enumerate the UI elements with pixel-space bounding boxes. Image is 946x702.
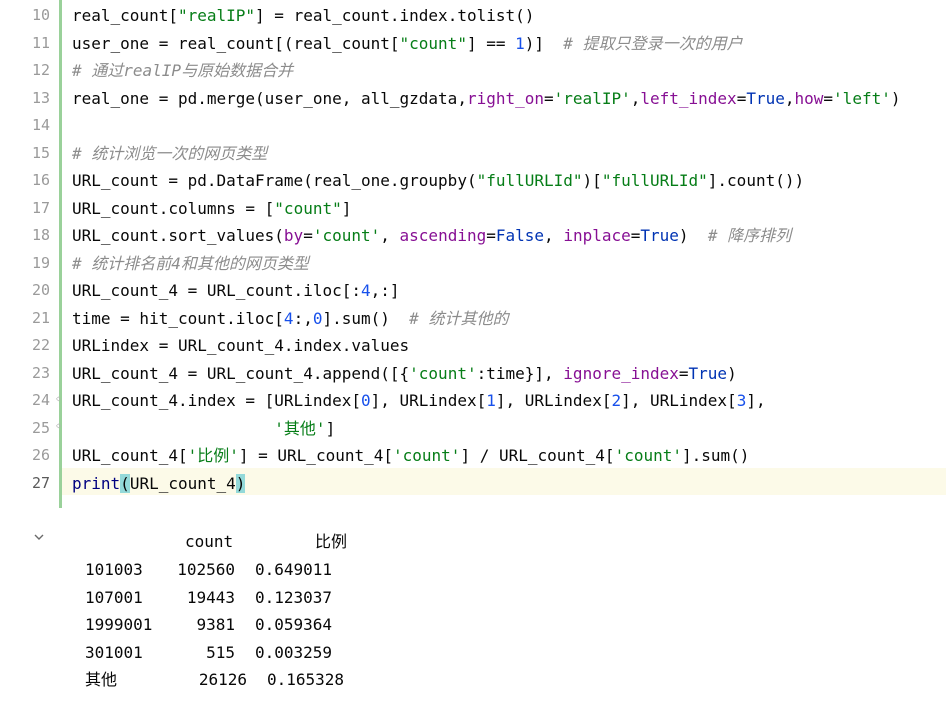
code-line-17[interactable]: URL_count.columns = ["count"] bbox=[72, 195, 351, 223]
code-line-15[interactable]: # 统计浏览一次的网页类型 bbox=[72, 140, 267, 168]
output-row-ratio: 0.123037 bbox=[255, 587, 333, 607]
output-row-ratio: 0.059364 bbox=[255, 615, 333, 634]
line-number: 16 bbox=[31, 171, 50, 189]
code-line-20[interactable]: URL_count_4 = URL_count.iloc[:4,:] bbox=[72, 277, 400, 305]
line-number: 21 bbox=[31, 308, 50, 327]
output-row-count: 9381 bbox=[196, 615, 235, 634]
line-number-gutter: 10 11 12 13 14 15 16 17 18 19 20 21 22 2… bbox=[0, 0, 60, 508]
code-line-21[interactable]: time = hit_count.iloc[4:,0].sum() # 统计其他… bbox=[72, 305, 508, 333]
line-number: 20 bbox=[31, 281, 50, 299]
line-number: 25 bbox=[31, 418, 50, 437]
code-line-12[interactable]: # 通过realIP与原始数据合并 bbox=[72, 57, 293, 85]
code-line-19[interactable]: # 统计排名前4和其他的网页类型 bbox=[72, 250, 309, 278]
output-row-index: 107001 bbox=[85, 587, 143, 607]
code-line-16[interactable]: URL_count = pd.DataFrame(real_one.groupb… bbox=[72, 167, 804, 195]
line-number: 24 bbox=[31, 391, 50, 409]
code-line-23[interactable]: URL_count_4 = URL_count_4.append([{'coun… bbox=[72, 360, 737, 388]
line-number: 10 bbox=[31, 6, 50, 24]
line-number: 13 bbox=[31, 88, 50, 107]
code-line-18[interactable]: URL_count.sort_values(by='count', ascend… bbox=[72, 222, 791, 250]
output-row-count: 102560 bbox=[177, 560, 235, 579]
code-line-13[interactable]: real_one = pd.merge(user_one, all_gzdata… bbox=[72, 85, 900, 113]
output-row-ratio: 0.649011 bbox=[255, 560, 333, 579]
line-number: 19 bbox=[31, 253, 50, 272]
code-line-27[interactable]: print(URL_count_4) bbox=[72, 470, 246, 498]
line-number: 23 bbox=[31, 363, 50, 382]
output-row-index: 301001 bbox=[85, 642, 143, 662]
code-line-10[interactable]: real_count["realIP"] = real_count.index.… bbox=[72, 2, 534, 30]
line-number: 11 bbox=[31, 33, 50, 52]
line-number: 22 bbox=[31, 336, 50, 354]
output-row-index: 其他 bbox=[85, 670, 118, 689]
code-line-11[interactable]: user_one = real_count[(real_count["count… bbox=[72, 30, 743, 58]
code-line-24[interactable]: URL_count_4.index = [URLindex[0], URLind… bbox=[72, 387, 766, 415]
output-row-count: 26126 bbox=[198, 670, 247, 689]
matched-paren: ) bbox=[235, 473, 246, 493]
fold-end-icon[interactable]: ◇ bbox=[56, 422, 64, 430]
output-row-index: 101003 bbox=[85, 560, 143, 579]
line-number: 14 bbox=[31, 116, 50, 134]
line-number: 18 bbox=[31, 226, 50, 244]
vcs-change-marker[interactable] bbox=[59, 0, 62, 508]
output-header-count: count bbox=[185, 532, 234, 551]
code-line-22[interactable]: URLindex = URL_count_4.index.values bbox=[72, 332, 409, 360]
chevron-down-icon[interactable] bbox=[32, 530, 48, 546]
code-line-25[interactable]: '其他'] bbox=[72, 415, 335, 443]
code-editor[interactable]: 10 11 12 13 14 15 16 17 18 19 20 21 22 2… bbox=[0, 0, 946, 508]
line-number-current: 27 bbox=[31, 473, 50, 492]
line-number: 15 bbox=[31, 143, 50, 162]
fold-start-icon[interactable]: ◇ bbox=[56, 395, 64, 403]
line-number: 26 bbox=[31, 446, 50, 464]
line-number: 12 bbox=[31, 61, 50, 79]
output-row-ratio: 0.003259 bbox=[255, 642, 333, 662]
output-header-ratio: 比例 bbox=[315, 532, 348, 551]
output-row-ratio: 0.165328 bbox=[267, 670, 345, 689]
output-row-index: 1999001 bbox=[85, 615, 153, 634]
line-number: 17 bbox=[31, 198, 50, 217]
code-line-26[interactable]: URL_count_4['比例'] = URL_count_4['count']… bbox=[72, 442, 749, 470]
output-row-count: 515 bbox=[206, 642, 235, 662]
matched-paren: ( bbox=[120, 473, 130, 493]
output-row-count: 19443 bbox=[186, 587, 235, 607]
